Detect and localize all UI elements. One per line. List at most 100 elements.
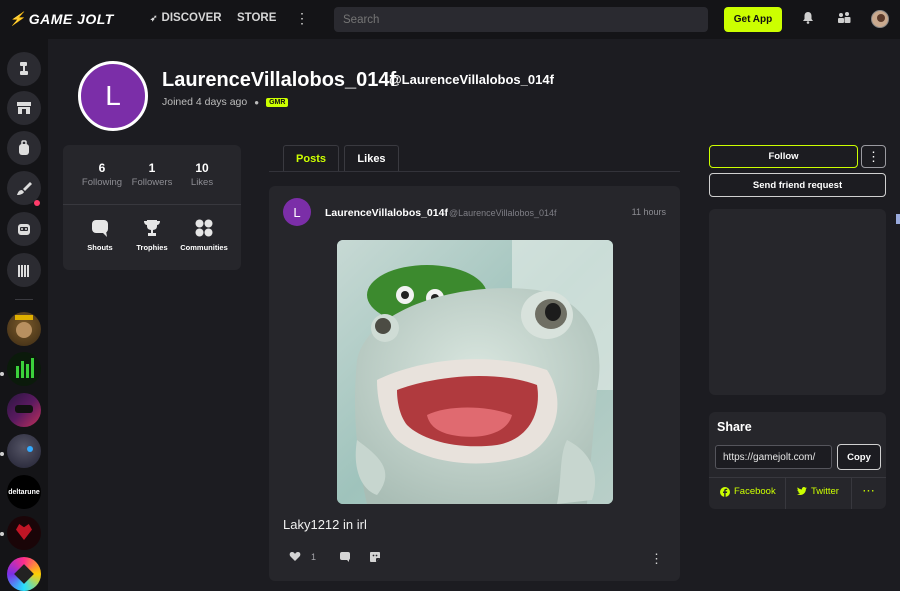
share-link-separator	[851, 478, 852, 509]
tab-posts[interactable]: Posts	[283, 145, 339, 172]
share-divider	[709, 477, 886, 478]
stat-followers-label: Followers	[131, 177, 173, 188]
stat-followers[interactable]: 1 Followers	[126, 161, 178, 188]
sidebar-community-2[interactable]	[7, 352, 41, 386]
friends-activity-icon[interactable]	[837, 11, 851, 27]
sticker-icon	[370, 552, 380, 562]
store-icon	[17, 102, 31, 114]
sidebar-community-1[interactable]	[7, 312, 41, 346]
post-image[interactable]	[337, 240, 613, 504]
profile-more-icon[interactable]: ⋮	[861, 145, 886, 168]
stat-following[interactable]: 6 Following	[76, 161, 128, 188]
bell-icon[interactable]	[802, 11, 814, 27]
link-communities[interactable]: Communities	[177, 218, 231, 252]
share-more-icon[interactable]: ···	[863, 486, 876, 497]
top-bar: ⚡ GAME JOLT ➶ DISCOVER STORE ⋮ Get App	[0, 0, 900, 39]
more-menu-icon[interactable]: ⋮	[295, 10, 309, 27]
nav-store[interactable]: STORE	[237, 12, 276, 24]
tabs-divider	[269, 171, 680, 172]
sidebar-library-button[interactable]	[7, 131, 41, 165]
profile-handle: @LaurenceVillalobos_014f	[389, 72, 554, 87]
ad-placeholder	[709, 209, 886, 395]
sidebar-separator	[15, 299, 33, 300]
link-communities-label: Communities	[180, 243, 228, 252]
link-trophies[interactable]: Trophies	[125, 218, 179, 252]
paint-brush-icon	[17, 182, 32, 195]
share-title: Share	[717, 420, 752, 434]
separator-dot: ●	[254, 97, 260, 107]
rocket-icon: ➶	[150, 12, 158, 23]
sidebar-shelf-button[interactable]	[7, 253, 41, 287]
nav-discover[interactable]: ➶ DISCOVER	[150, 12, 222, 24]
sidebar-store-button[interactable]	[7, 91, 41, 125]
sticker-button[interactable]	[369, 551, 381, 563]
home-icon	[20, 62, 28, 75]
get-app-button[interactable]: Get App	[724, 7, 782, 32]
user-avatar[interactable]	[871, 10, 889, 28]
link-shouts-label: Shouts	[87, 243, 113, 252]
sidebar-community-3[interactable]	[7, 393, 41, 427]
sidebar-community-6[interactable]	[7, 516, 41, 550]
stat-likes-value: 10	[195, 161, 209, 175]
post-timestamp[interactable]: 11 hours	[632, 207, 666, 217]
bolt-icon: ⚡	[9, 11, 26, 26]
comment-button[interactable]	[339, 551, 351, 563]
stats-divider	[63, 204, 241, 205]
profile-joined: Joined 4 days ago ● GMR	[162, 96, 289, 108]
twitter-icon	[797, 487, 807, 495]
search-input[interactable]	[334, 7, 708, 32]
robot-icon	[18, 224, 30, 235]
sidebar-home-button[interactable]	[7, 52, 41, 86]
stat-likes-label: Likes	[190, 177, 214, 188]
post-text: Laky1212 in irl	[283, 517, 367, 532]
stat-following-label: Following	[81, 177, 123, 188]
profile-display-name: LaurenceVillalobos_014f	[162, 69, 397, 91]
sidebar-activity-pip	[0, 452, 4, 456]
profile-avatar: L	[78, 61, 148, 131]
nav-discover-label: DISCOVER	[161, 12, 222, 24]
post-author-avatar[interactable]: L	[283, 198, 311, 226]
sidebar-community-4[interactable]	[7, 434, 41, 468]
share-facebook-link[interactable]: Facebook	[720, 486, 776, 497]
backpack-icon	[19, 140, 29, 155]
link-shouts[interactable]: Shouts	[73, 218, 127, 252]
follow-button[interactable]: Follow	[709, 145, 858, 168]
share-url-field[interactable]	[715, 445, 832, 469]
comment-icon	[340, 552, 350, 562]
like-button[interactable]: 1	[289, 551, 316, 562]
joined-text: Joined 4 days ago	[162, 96, 248, 108]
profile-stats-card: 6 Following 1 Followers 10 Likes Shouts …	[63, 145, 241, 270]
link-trophies-label: Trophies	[136, 243, 168, 252]
game-jolt-logo[interactable]: ⚡ GAME JOLT	[9, 11, 114, 27]
sidebar-activity-pip	[0, 372, 4, 376]
twitter-label: Twitter	[811, 486, 839, 497]
sidebar-community-deltarune[interactable]: deltarune	[7, 475, 41, 509]
post-author-name[interactable]: LaurenceVillalobos_014f	[325, 207, 448, 219]
stat-following-value: 6	[98, 161, 106, 175]
copy-button[interactable]: Copy	[837, 444, 881, 470]
sidebar-activity-pip	[0, 532, 4, 536]
facebook-icon	[720, 486, 730, 497]
post-card[interactable]: L LaurenceVillalobos_014f @LaurenceVilla…	[269, 186, 680, 581]
sidebar-community-7[interactable]	[7, 557, 41, 591]
tab-likes[interactable]: Likes	[344, 145, 399, 172]
send-friend-request-button[interactable]: Send friend request	[709, 173, 886, 197]
gmr-badge[interactable]: GMR	[266, 97, 289, 107]
post-more-icon[interactable]: ⋮	[650, 551, 663, 567]
post-author-handle: @LaurenceVillalobos_014f	[449, 208, 557, 218]
share-card: Share Copy Facebook Twitter ···	[709, 412, 886, 509]
trophy-icon	[125, 218, 179, 240]
chat-bubble-icon	[73, 218, 127, 240]
notification-dot	[34, 200, 40, 206]
share-link-separator	[785, 478, 786, 509]
bookshelf-icon	[18, 264, 29, 277]
frog-image	[337, 240, 613, 504]
stat-likes[interactable]: 10 Likes	[176, 161, 228, 188]
sidebar-chat-button[interactable]	[7, 212, 41, 246]
like-count: 1	[311, 551, 317, 562]
left-sidebar: deltarune	[0, 39, 48, 591]
facebook-label: Facebook	[734, 486, 776, 497]
logo-text: GAME JOLT	[28, 11, 114, 27]
ad-flag	[896, 214, 900, 224]
share-twitter-link[interactable]: Twitter	[797, 486, 839, 497]
